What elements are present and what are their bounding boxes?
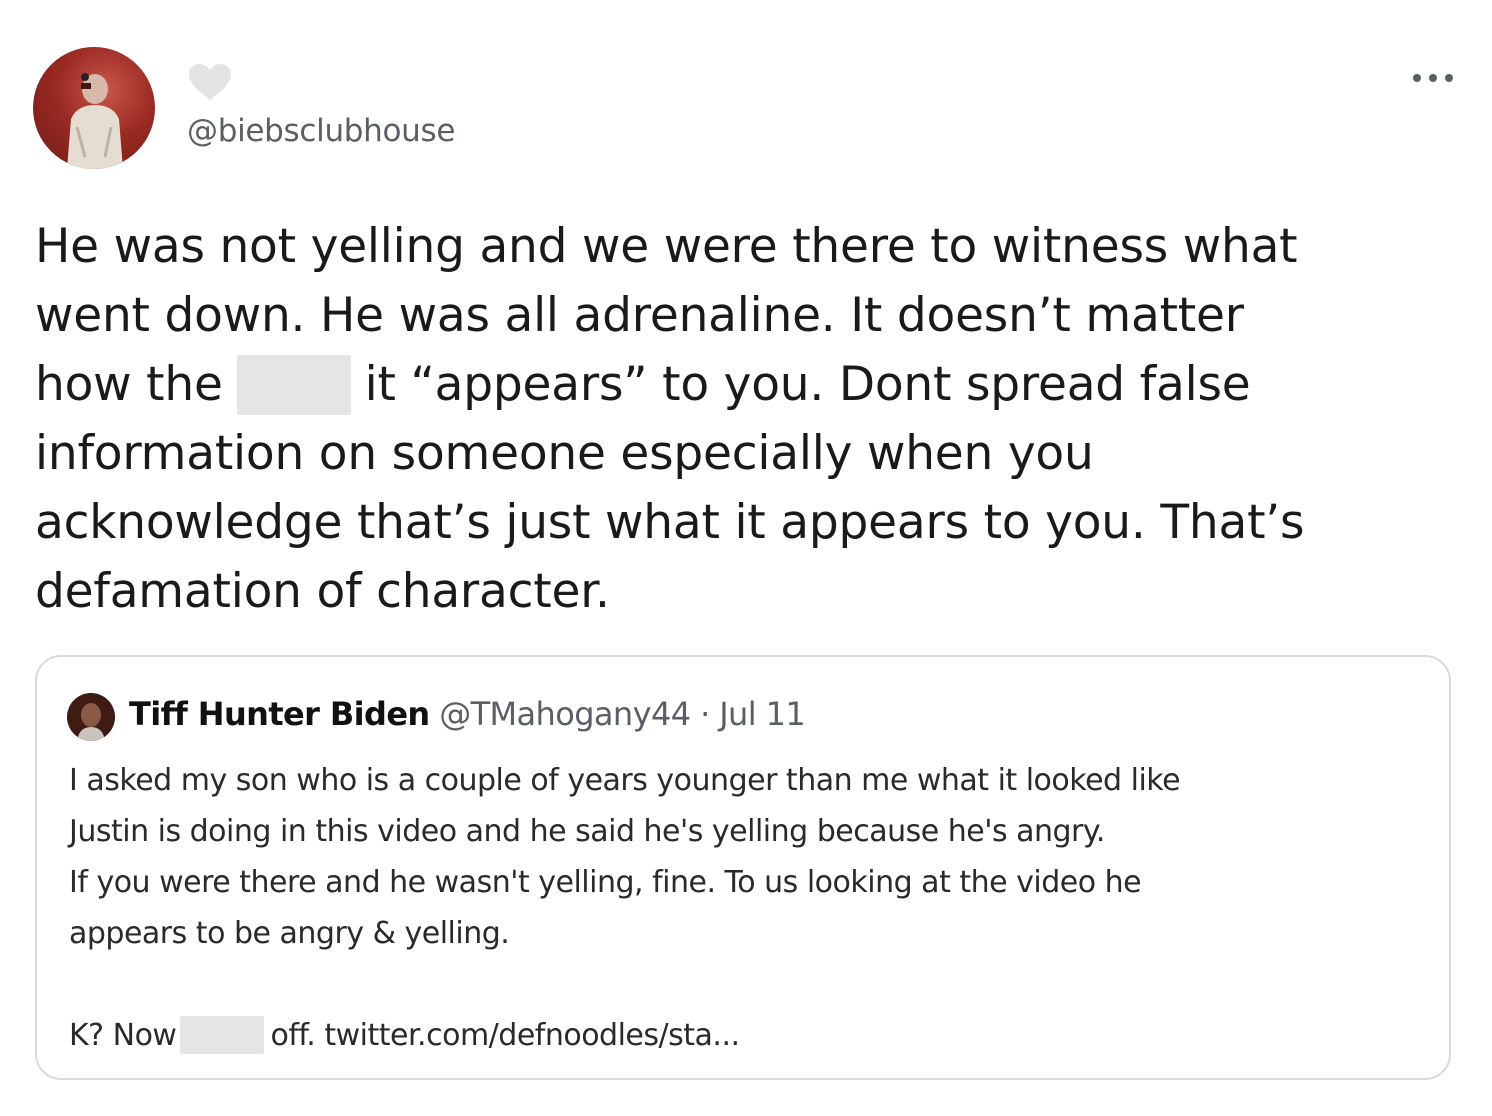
quoted-line: If you were there and he wasn't yelling,… bbox=[69, 865, 1142, 900]
quoted-tweet-header: Tiff Hunter Biden @TMahogany44 · Jul 11 bbox=[129, 695, 806, 733]
tweet-line-part: how the bbox=[35, 357, 223, 412]
tweet-text: He was not yelling and we were there to … bbox=[35, 212, 1455, 626]
quoted-tweet-text: I asked my son who is a couple of years … bbox=[69, 755, 1409, 1061]
avatar-image bbox=[67, 73, 123, 169]
tweet-line: He was not yelling and we were there to … bbox=[35, 219, 1298, 274]
tweet-line: information on someone especially when y… bbox=[35, 426, 1094, 481]
quoted-line: I asked my son who is a couple of years … bbox=[69, 763, 1181, 798]
quoted-line-part: off. bbox=[270, 1018, 316, 1053]
author-handle[interactable]: @biebsclubhouse bbox=[187, 113, 455, 149]
quoted-tweet-link[interactable]: twitter.com/defnoodles/sta... bbox=[324, 1018, 740, 1053]
quoted-tweet-card[interactable]: Tiff Hunter Biden @TMahogany44 · Jul 11 … bbox=[35, 655, 1451, 1080]
quoted-author-name[interactable]: Tiff Hunter Biden bbox=[129, 695, 430, 733]
more-dots-icon[interactable] bbox=[1410, 68, 1456, 88]
quoted-line-part: K? Now bbox=[69, 1018, 177, 1053]
quoted-line: appears to be angry & yelling. bbox=[69, 916, 510, 951]
tweet-line: how the it “appears” to you. Dont spread … bbox=[35, 350, 1455, 419]
header-separator: · bbox=[700, 695, 710, 733]
tweet-line: acknowledge that’s just what it appears … bbox=[35, 495, 1305, 550]
tweet-line: defamation of character. bbox=[35, 564, 610, 619]
quoted-line: K? Now off. twitter.com/defnoodles/sta... bbox=[69, 1010, 1409, 1061]
quoted-author-handle[interactable]: @TMahogany44 bbox=[439, 695, 691, 733]
redaction-box bbox=[236, 354, 351, 415]
quoted-avatar-image bbox=[67, 693, 115, 741]
tweet-line: went down. He was all adrenaline. It doe… bbox=[35, 288, 1244, 343]
quoted-tweet-date[interactable]: Jul 11 bbox=[719, 695, 806, 733]
heart-icon[interactable] bbox=[187, 62, 233, 102]
redaction-box bbox=[180, 1015, 265, 1054]
tweet-line-part: it “appears” to you. Dont spread false bbox=[364, 357, 1251, 412]
quoted-author-avatar[interactable] bbox=[67, 693, 115, 741]
quoted-line: Justin is doing in this video and he sai… bbox=[69, 814, 1105, 849]
profile-avatar[interactable] bbox=[33, 47, 155, 169]
